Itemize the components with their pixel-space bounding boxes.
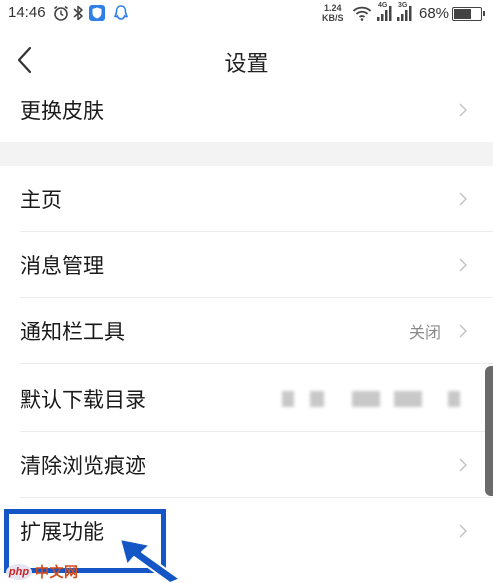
row-value-status: 关闭 xyxy=(408,323,441,342)
alarm-icon xyxy=(54,5,68,21)
network-speed-unit: KB/S xyxy=(322,13,344,23)
row-label: 更换皮肤 xyxy=(20,99,104,123)
chevron-right-icon xyxy=(459,258,467,272)
signal-2-icon xyxy=(397,6,412,21)
battery-icon xyxy=(452,7,485,21)
settings-row-default-download-directory[interactable]: 默认下载目录 xyxy=(0,366,493,432)
settings-row-notification-toolbar[interactable]: 通知栏工具 关闭 xyxy=(0,298,493,364)
chevron-right-icon xyxy=(459,524,467,538)
redacted-path xyxy=(282,391,472,407)
row-label: 主页 xyxy=(20,188,62,212)
settings-row-homepage[interactable]: 主页 xyxy=(0,166,493,232)
settings-row-message-management[interactable]: 消息管理 xyxy=(0,232,493,298)
status-time: 14:46 xyxy=(8,4,46,21)
battery-level-fill xyxy=(454,9,471,19)
status-bar: 14:46 1.24 KB/S 4G 3G 68% xyxy=(0,0,493,28)
network-speed: 1.24 KB/S xyxy=(322,3,344,23)
network-speed-value: 1.24 xyxy=(323,3,342,13)
watermark-logo: php xyxy=(6,564,32,580)
row-label: 通知栏工具 xyxy=(20,320,125,344)
edge-scroll-handle[interactable] xyxy=(485,366,493,496)
settings-row-clear-browsing-history[interactable]: 清除浏览痕迹 xyxy=(0,432,493,498)
battery-percent: 68% xyxy=(419,5,450,22)
wifi-icon xyxy=(352,6,372,21)
section-separator xyxy=(0,142,493,166)
chevron-right-icon xyxy=(459,458,467,472)
chevron-right-icon xyxy=(459,103,467,117)
shield-icon xyxy=(89,5,105,21)
qq-icon xyxy=(113,5,129,20)
row-divider xyxy=(20,363,493,364)
bluetooth-icon xyxy=(73,5,83,21)
page-title: 设置 xyxy=(224,52,269,77)
chevron-right-icon xyxy=(459,192,467,206)
settings-row-change-skin[interactable]: 更换皮肤 xyxy=(0,77,493,143)
chevron-right-icon xyxy=(459,324,467,338)
row-label: 清除浏览痕迹 xyxy=(20,454,146,478)
row-label: 默认下载目录 xyxy=(20,388,146,412)
watermark-text: 中文网 xyxy=(35,565,79,581)
watermark: php 中文网 xyxy=(6,562,79,582)
annotation-arrow-icon xyxy=(119,538,181,583)
row-label: 消息管理 xyxy=(20,254,104,278)
signal-1-icon xyxy=(377,6,392,21)
